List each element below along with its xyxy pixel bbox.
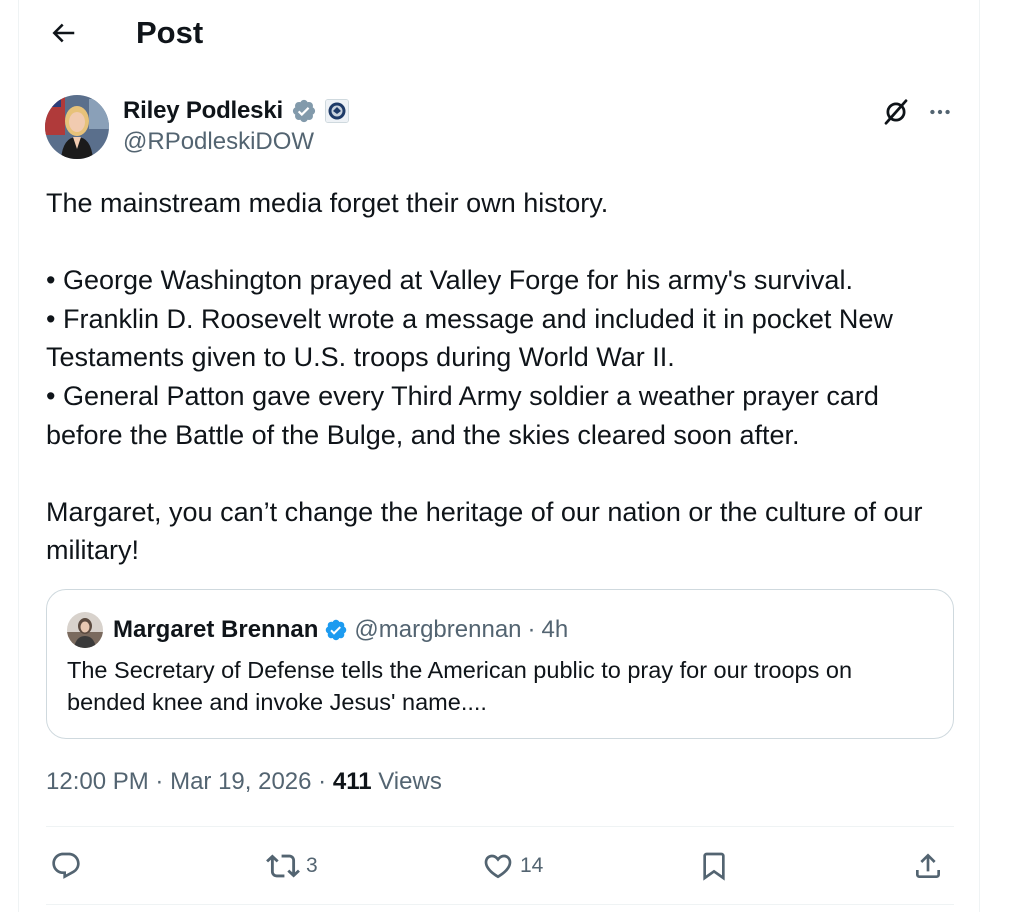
- author-name[interactable]: Riley Podleski: [123, 97, 283, 125]
- post-paragraph: • George Washington prayed at Valley For…: [46, 265, 893, 450]
- post-paragraph: Margaret, you can’t change the heritage …: [46, 496, 931, 566]
- bookmark-icon: [703, 852, 725, 881]
- repost-button[interactable]: 3: [266, 840, 318, 892]
- quote-text: The Secretary of Defense tells the Ameri…: [67, 657, 853, 715]
- post-meta: 12:00 PM · Mar 19, 2026 · 411 Views: [46, 765, 442, 799]
- affiliation-badge-icon[interactable]: [324, 99, 349, 123]
- share-button[interactable]: [912, 840, 944, 892]
- reply-button[interactable]: [50, 840, 82, 892]
- quote-author-name: Margaret Brennan: [113, 616, 319, 643]
- grok-icon: [884, 99, 908, 125]
- share-icon: [916, 853, 940, 878]
- repost-count: 3: [306, 854, 318, 877]
- verified-badge-icon: [291, 98, 317, 124]
- page-title: Post: [136, 15, 204, 50]
- post-paragraph: The mainstream media forget their own hi…: [46, 188, 609, 218]
- like-count: 14: [520, 854, 544, 877]
- arrow-left-icon: [52, 23, 75, 43]
- verified-badge-icon: [324, 618, 348, 642]
- quote-age: 4h: [541, 616, 569, 643]
- repost-icon: [266, 854, 300, 878]
- back-button[interactable]: [44, 14, 82, 52]
- author-handle[interactable]: @RPodleskiDOW: [123, 128, 314, 156]
- bookmark-button[interactable]: [698, 840, 730, 892]
- reply-icon: [52, 852, 80, 879]
- avatar[interactable]: [45, 95, 109, 159]
- quote-avatar[interactable]: [67, 612, 103, 648]
- more-horizontal-icon: [930, 109, 950, 115]
- divider: [46, 904, 954, 905]
- meta-separator: ·: [155, 768, 164, 795]
- divider: [46, 826, 954, 827]
- heart-icon: [484, 854, 512, 879]
- post-date[interactable]: Mar 19, 2026: [170, 768, 311, 795]
- quote-author-handle: @margbrennan: [354, 616, 522, 643]
- more-button[interactable]: [922, 94, 958, 130]
- grok-button[interactable]: [878, 94, 914, 130]
- meta-separator: ·: [318, 768, 327, 795]
- views-count: 411: [332, 768, 372, 795]
- quote-separator: ·: [527, 616, 536, 643]
- post-text: The mainstream media forget their own hi…: [46, 184, 946, 570]
- views-label: Views: [378, 768, 442, 795]
- like-button[interactable]: 14: [482, 840, 543, 892]
- post-time[interactable]: 12:00 PM: [46, 768, 149, 795]
- action-bar: 3 14: [46, 840, 954, 892]
- quoted-post[interactable]: Margaret Brennan @margbrennan · 4h The S…: [46, 589, 954, 739]
